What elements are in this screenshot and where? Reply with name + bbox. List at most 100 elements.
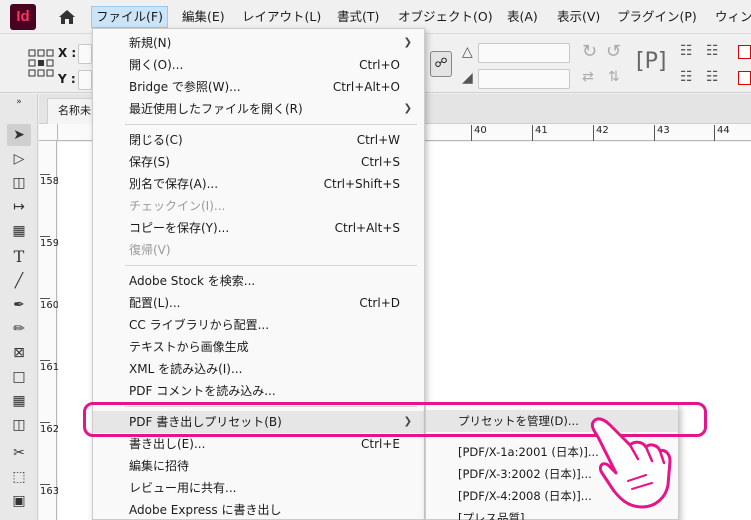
stroke-swatch[interactable]	[738, 71, 751, 85]
file-menu-item[interactable]: 最近使用したファイルを開く(R) ❯	[93, 98, 424, 120]
menu-file[interactable]: ファイル(F)	[91, 6, 168, 28]
menu-item-shortcut: Ctrl+E	[361, 437, 400, 451]
menu-item-label: テキストから画像生成	[129, 340, 249, 354]
file-menu-item[interactable]: 新規(N) ❯	[93, 32, 424, 54]
menu-view[interactable]: 表示(V)	[553, 6, 604, 28]
rotate-cw-icon[interactable]: ↻	[582, 41, 597, 62]
file-menu-item[interactable]: Adobe Stock を検索...	[93, 270, 424, 292]
menu-item-label: 配置(L)...	[129, 296, 181, 310]
select-content-icon[interactable]: ☷	[706, 43, 719, 59]
fill-swatch[interactable]	[738, 45, 751, 59]
chevron-right-icon: ❯	[403, 416, 412, 427]
menu-item-label: PDF 書き出しプリセット(B)	[129, 415, 282, 429]
x-field[interactable]	[78, 44, 92, 64]
file-menu-item[interactable]: テキストから画像生成	[93, 336, 424, 358]
free-transform-tool-icon[interactable]: ⬚	[7, 466, 31, 488]
menu-item-shortcut: Ctrl+O	[359, 58, 400, 72]
select-next-icon[interactable]: ☷	[706, 69, 719, 85]
file-menu-item[interactable]: 保存(S) Ctrl+S	[93, 151, 424, 173]
submenu-item-label: [プレス品質]...	[458, 511, 536, 520]
flip-vertical-icon[interactable]: ⇅	[608, 69, 620, 85]
menu-item-shortcut: Ctrl+S	[360, 155, 400, 169]
x-label: X :	[58, 46, 77, 60]
content-collector-icon[interactable]: ▦	[7, 220, 31, 242]
file-menu-item[interactable]: レビュー用に共有...	[93, 477, 424, 499]
line-tool-icon[interactable]: ╱	[7, 270, 31, 292]
file-menu-item[interactable]: 配置(L)... Ctrl+D	[93, 292, 424, 314]
menu-layout[interactable]: レイアウト(L)	[238, 6, 325, 28]
menu-edit[interactable]: 編集(E)	[178, 6, 229, 28]
grid-tool-icon[interactable]: ◫	[7, 414, 31, 436]
gap-tool-icon[interactable]: ↦	[7, 196, 31, 218]
ruler-label: 43	[654, 125, 670, 141]
shear-angle-icon: ◢	[462, 70, 473, 86]
file-menu-item[interactable]: 別名で保存(A)... Ctrl+Shift+S	[93, 173, 424, 195]
file-menu-item[interactable]: CC ライブラリから配置...	[93, 314, 424, 336]
menu-table[interactable]: 表(A)	[503, 6, 542, 28]
menu-separator	[125, 124, 417, 125]
ruler-label: 160	[40, 298, 60, 311]
menu-window[interactable]: ウィン	[711, 6, 751, 28]
y-label: Y :	[58, 72, 76, 86]
gradient-tool-icon[interactable]: ▣	[7, 490, 31, 512]
file-menu-item[interactable]: コピーを保存(Y)... Ctrl+Alt+S	[93, 217, 424, 239]
ruler-label: 40	[471, 125, 487, 141]
rotation-field[interactable]	[478, 43, 570, 63]
menu-type[interactable]: 書式(T)	[333, 6, 383, 28]
type-tool-icon[interactable]: T	[7, 246, 31, 268]
collapse-panel-icon[interactable]: »	[7, 96, 31, 108]
direct-selection-tool-icon[interactable]: ▷	[7, 148, 31, 170]
constrain-proportions-icon[interactable]: ☍	[430, 51, 452, 77]
menu-item-shortcut: Ctrl+W	[356, 133, 400, 147]
selection-tool-icon[interactable]: ➤	[7, 124, 31, 146]
menu-item-label: チェックイン(I)...	[129, 199, 226, 213]
select-container-icon[interactable]: ☷	[680, 43, 693, 59]
vertical-ruler: 158 159 160 161 162 163	[39, 124, 60, 520]
menu-item-label: Adobe Stock を検索...	[129, 274, 256, 288]
ruler-origin[interactable]	[39, 124, 58, 141]
file-menu-item[interactable]: 閉じる(C) Ctrl+W	[93, 129, 424, 151]
rotate-angle-icon: △	[462, 44, 473, 60]
menu-item-label: 開く(O)...	[129, 58, 184, 72]
rectangle-frame-tool-icon[interactable]: ⊠	[7, 342, 31, 364]
ruler-label: 159	[40, 236, 60, 249]
y-field[interactable]	[78, 70, 92, 90]
file-menu-item[interactable]: 開く(O)... Ctrl+O	[93, 54, 424, 76]
file-menu-item[interactable]: Bridge で参照(W)... Ctrl+Alt+O	[93, 76, 424, 98]
frame-type-icon[interactable]: [P]	[636, 49, 666, 74]
pen-tool-icon[interactable]: ✒	[7, 294, 31, 316]
table-tool-icon[interactable]: ▦	[7, 390, 31, 412]
select-previous-icon[interactable]: ☷	[680, 69, 693, 85]
file-menu-item[interactable]: XML を読み込み(I)...	[93, 358, 424, 380]
menu-object[interactable]: オブジェクト(O)	[394, 6, 497, 28]
chevron-right-icon: ❯	[403, 37, 412, 48]
rectangle-tool-icon[interactable]: □	[7, 366, 31, 388]
menu-item-shortcut: Ctrl+Alt+S	[334, 221, 400, 235]
menu-item-label: 編集に招待	[129, 459, 190, 473]
reference-point-icon[interactable]	[28, 49, 54, 77]
file-menu-item: 復帰(V)	[93, 239, 424, 261]
menu-plugins[interactable]: プラグイン(P)	[613, 6, 701, 28]
file-menu-item[interactable]: PDF 書き出しプリセット(B) ❯	[93, 411, 424, 433]
flip-horizontal-icon[interactable]: ⇄	[582, 69, 594, 85]
page-tool-icon[interactable]: ◫	[7, 172, 31, 194]
ruler-label: 163	[40, 484, 60, 497]
pencil-tool-icon[interactable]: ✏	[7, 318, 31, 340]
file-menu-item: チェックイン(I)...	[93, 195, 424, 217]
file-menu-item[interactable]: Adobe Express に書き出し	[93, 499, 424, 520]
rotate-ccw-icon[interactable]: ↺	[606, 41, 621, 62]
file-menu-item[interactable]: 書き出し(E)... Ctrl+E	[93, 433, 424, 455]
home-icon[interactable]	[58, 9, 76, 25]
file-menu-item[interactable]: 編集に招待	[93, 455, 424, 477]
ruler-label: 42	[593, 125, 609, 141]
shear-field[interactable]	[478, 69, 570, 89]
ruler-label: 158	[40, 174, 60, 187]
scissors-tool-icon[interactable]: ✂	[7, 442, 31, 464]
menu-item-label: 書き出し(E)...	[129, 437, 206, 451]
ruler-label: 161	[40, 360, 60, 373]
file-menu: 新規(N) ❯ 開く(O)... Ctrl+O Bridge で参照(W)... Ctrl…	[92, 28, 425, 520]
menu-item-shortcut: Ctrl+Alt+O	[332, 80, 400, 94]
file-menu-item[interactable]: PDF コメントを読み込み...	[93, 380, 424, 402]
pointing-hand-icon	[590, 417, 672, 509]
menu-item-label: 閉じる(C)	[129, 133, 183, 147]
